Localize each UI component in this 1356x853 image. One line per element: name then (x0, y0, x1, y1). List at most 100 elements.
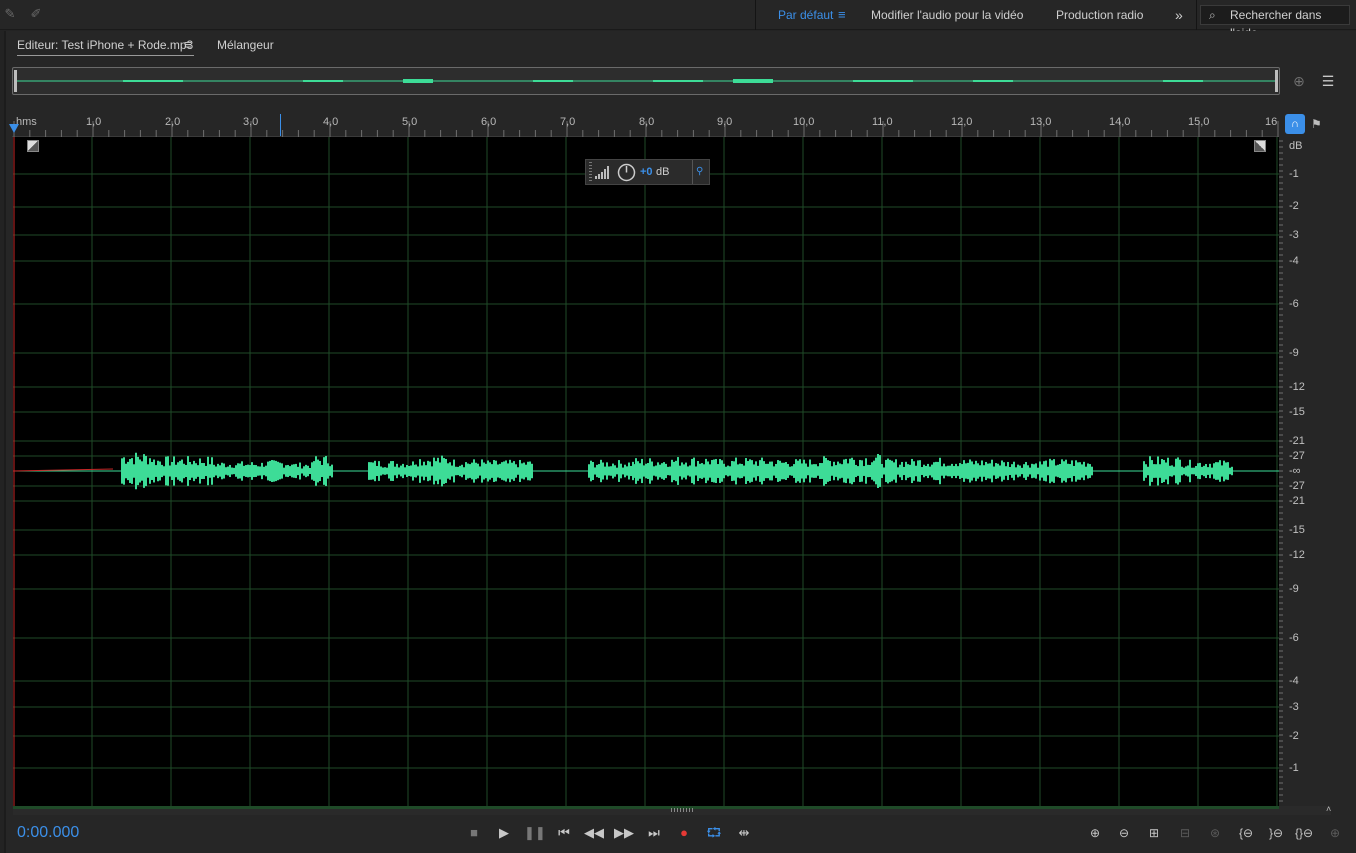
gain-hud[interactable]: +0 dB ⚲ (585, 159, 710, 185)
fade-in-handle[interactable] (27, 140, 39, 152)
zoom-selection-icon[interactable]: ⊕ (1291, 73, 1307, 89)
ruler-label: 2,0 (165, 116, 181, 128)
db-label: -1 (1289, 168, 1299, 180)
overview-waveform (14, 70, 1278, 92)
skip-to-end-button[interactable]: ⏭ (644, 824, 664, 842)
db-ticks (1279, 140, 1283, 802)
pause-button[interactable]: ❚❚ (524, 824, 546, 842)
zoom-in-time-icon[interactable]: ⊕ (1325, 824, 1345, 842)
db-label: -21 (1289, 435, 1305, 447)
hud-grip[interactable] (589, 162, 592, 182)
waveform-canvas (13, 137, 1279, 806)
pin-icon[interactable]: ⚲ (696, 165, 708, 179)
divider (692, 160, 693, 184)
divider (1196, 0, 1197, 30)
tab-menu-icon[interactable]: ≡ (184, 34, 192, 56)
rewind-button[interactable]: ◀◀ (584, 824, 604, 842)
ruler-label: 10,0 (793, 116, 815, 128)
scroll-thumb[interactable] (13, 806, 1279, 809)
workspace-radio[interactable]: Production radio (1056, 0, 1143, 30)
db-label: -27 (1289, 450, 1305, 462)
marker-pin-icon[interactable]: ⚑ (1311, 114, 1323, 134)
play-button[interactable]: ▶ (494, 824, 514, 842)
waveform-display[interactable] (13, 137, 1279, 806)
ruler-label: 4,0 (323, 116, 339, 128)
zoom-full-icon[interactable]: ⊞ (1144, 824, 1164, 842)
current-time[interactable]: 0:00.000 (17, 824, 79, 842)
ruler-label: 13,0 (1030, 116, 1052, 128)
scroll-up-icon[interactable]: ˄ (1326, 804, 1331, 814)
ruler-label: 3,0 (243, 116, 259, 128)
search-icon: ⌕ (1209, 8, 1216, 22)
db-label: -∞ (1289, 465, 1301, 477)
snap-headphones-icon[interactable]: ∩ (1285, 114, 1305, 134)
help-search-input[interactable]: ⌕ Rechercher dans l'aide (1200, 5, 1350, 40)
brush-tool-icon[interactable]: ✎ (2, 6, 18, 22)
level-meter-icon (595, 166, 609, 179)
db-label: -9 (1289, 347, 1299, 359)
zoom-to-selection-icon[interactable]: ⊛ (1205, 824, 1225, 842)
divider (755, 0, 756, 30)
ruler-unit: hms (16, 116, 37, 128)
gain-unit: dB (656, 166, 670, 178)
ruler-label: 11,0 (872, 116, 893, 128)
ruler-label: 15,0 (1188, 116, 1210, 128)
ruler-label: 9,0 (717, 116, 733, 128)
skip-selection-button[interactable]: ⇹ (734, 824, 754, 842)
zoom-out-amplitude-icon[interactable]: ⊖ (1114, 824, 1134, 842)
ruler-label: 5,0 (402, 116, 418, 128)
skip-to-start-button[interactable]: ⏮ (554, 824, 574, 842)
gain-knob-icon[interactable] (617, 163, 636, 182)
workspace-menu-icon[interactable]: ≡ (838, 0, 846, 30)
loop-playback-button[interactable]: ⮔ (704, 824, 724, 842)
ruler-label: 12,0 (951, 116, 973, 128)
ruler-label: 1,0 (86, 116, 102, 128)
fast-forward-button[interactable]: ▶▶ (614, 824, 634, 842)
db-label: -12 (1289, 549, 1305, 561)
db-label: -3 (1289, 701, 1299, 713)
db-label: -12 (1289, 381, 1305, 393)
record-button[interactable]: ● (674, 824, 694, 842)
db-label: -27 (1289, 480, 1305, 492)
ruler-label: 14,0 (1109, 116, 1131, 128)
stop-button[interactable]: ■ (464, 824, 484, 842)
tab-mixer[interactable]: Mélangeur (217, 34, 274, 56)
zoom-in-left-icon[interactable]: {⊖ (1236, 824, 1256, 842)
fade-out-handle[interactable] (1254, 140, 1266, 152)
db-label: -1 (1289, 762, 1299, 774)
horizontal-scrollbar[interactable]: ˄ (13, 804, 1331, 815)
db-label: -2 (1289, 730, 1299, 742)
tab-editor-underline (17, 55, 194, 56)
zoom-out-full-icon[interactable]: {}⊖ (1294, 824, 1314, 842)
workspace-default[interactable]: Par défaut (778, 0, 833, 30)
db-unit: dB (1289, 140, 1303, 152)
ruler-label: 6,0 (481, 116, 497, 128)
workspace-bar: ✎ ✐ Par défaut ≡ Modifier l'audio pour l… (0, 0, 1356, 40)
waveform-overview[interactable] (12, 67, 1280, 95)
more-workspaces-icon[interactable]: » (1175, 0, 1183, 30)
db-label: -6 (1289, 298, 1299, 310)
db-label: -3 (1289, 229, 1299, 241)
cti-marker (280, 114, 281, 136)
db-label: -6 (1289, 632, 1299, 644)
gain-value: +0 (640, 166, 653, 178)
workspace-video-audio[interactable]: Modifier l'audio pour la vidéo (871, 0, 1023, 30)
panel-menu-icon[interactable]: ☰ (1320, 73, 1336, 89)
db-label: -4 (1289, 255, 1299, 267)
zoom-in-amplitude-icon[interactable]: ⊕ (1085, 824, 1105, 842)
db-label: -2 (1289, 200, 1299, 212)
zoom-selection-icon[interactable]: ⊟ (1175, 824, 1195, 842)
db-scale (1279, 137, 1331, 806)
ruler-label: 16 (1265, 116, 1278, 128)
db-label: -4 (1289, 675, 1299, 687)
scroll-grip[interactable] (671, 808, 695, 812)
spot-heal-tool-icon[interactable]: ✐ (28, 6, 44, 22)
tab-editor[interactable]: Editeur: Test iPhone + Rode.mp3 (17, 34, 193, 56)
db-label: -15 (1289, 524, 1305, 536)
db-label: -21 (1289, 495, 1305, 507)
ruler-label: 7,0 (560, 116, 576, 128)
playhead-handle[interactable] (9, 124, 19, 133)
db-label: -9 (1289, 583, 1299, 595)
panel-edge (4, 31, 6, 853)
zoom-in-right-icon[interactable]: }⊖ (1266, 824, 1286, 842)
